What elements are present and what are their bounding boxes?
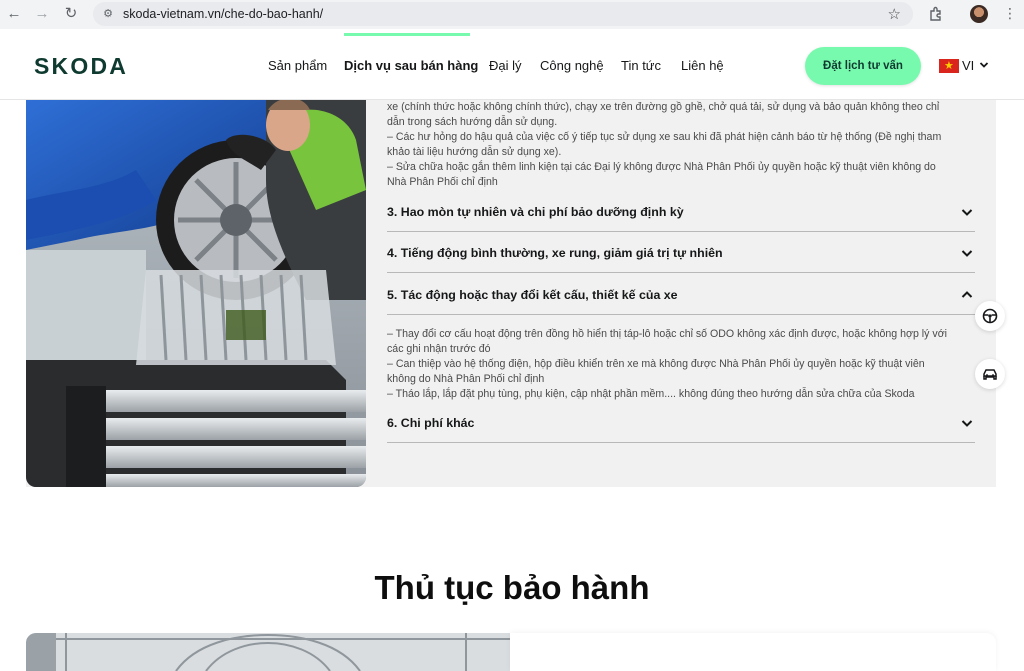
test-drive-float-button[interactable] xyxy=(975,301,1005,331)
chevron-down-icon xyxy=(961,250,973,257)
car-icon xyxy=(983,369,997,380)
item2-body: xe (chính thức hoặc không chính thức), c… xyxy=(387,100,972,190)
chevron-down-icon xyxy=(979,62,989,68)
chevron-down-icon xyxy=(961,209,973,216)
item5-body: – Thay đổi cơ cấu hoạt động trên đồng hồ… xyxy=(387,327,972,402)
book-consultation-button[interactable]: Đặt lịch tư vấn xyxy=(805,47,921,85)
accordion-title: 6. Chi phí khác xyxy=(387,416,475,430)
accordion-item-4[interactable]: 4. Tiếng động bình thường, xe rung, giảm… xyxy=(387,239,975,273)
nav-item-contact[interactable]: Liên hệ xyxy=(681,58,724,73)
accordion-title: 4. Tiếng động bình thường, xe rung, giảm… xyxy=(387,246,723,260)
procedure-card xyxy=(510,633,996,671)
body-line: – Can thiệp vào hệ thống điện, hộp điều … xyxy=(387,358,925,370)
browser-menu-icon[interactable]: ⋮ xyxy=(1003,4,1017,22)
extensions-icon[interactable] xyxy=(928,6,944,22)
nav-item-products[interactable]: Sản phẩm xyxy=(268,58,327,73)
body-line: – Thay đổi cơ cấu hoạt động trên đồng hồ… xyxy=(387,328,947,340)
body-line: khảo tài liệu hướng dẫn sử dụng xe). xyxy=(387,146,562,158)
language-code: VI xyxy=(962,58,975,73)
accordion-title: 5. Tác động hoặc thay đổi kết cấu, thiết… xyxy=(387,288,678,302)
forward-icon[interactable]: → xyxy=(33,5,51,23)
nav-item-dealers[interactable]: Đại lý xyxy=(489,58,522,73)
accordion-item-6[interactable]: 6. Chi phí khác xyxy=(387,409,975,443)
body-line: Nhà Phân Phối chỉ định xyxy=(387,176,498,188)
body-line: không do Nhà Phân Phối chỉ định xyxy=(387,373,545,385)
nav-item-news[interactable]: Tin tức xyxy=(621,58,661,73)
body-line: xe (chính thức hoặc không chính thức), c… xyxy=(387,101,940,113)
accordion-item-3[interactable]: 3. Hao mòn tự nhiên và chi phí bảo dưỡng… xyxy=(387,198,975,232)
reload-icon[interactable]: ↻ xyxy=(62,5,80,23)
vietnam-flag-icon: ★ xyxy=(939,59,959,73)
body-line: – Sửa chữa hoặc gắn thêm linh kiện tại c… xyxy=(387,161,936,173)
address-bar[interactable]: ⚙ skoda-vietnam.vn/che-do-bao-hanh/ ☆ xyxy=(93,2,913,26)
nav-item-after-sales[interactable]: Dịch vụ sau bán hàng xyxy=(344,58,478,73)
chevron-up-icon xyxy=(961,291,973,298)
body-line: các ghi nhận trước đó xyxy=(387,343,491,355)
site-header: SKODA Sản phẩm Dịch vụ sau bán hàng Đại … xyxy=(0,33,1024,100)
warranty-procedure-title: Thủ tục bảo hành xyxy=(374,569,650,606)
bookmark-star-icon[interactable]: ☆ xyxy=(888,5,901,23)
body-line: – Tháo lắp, lắp đặt phụ tùng, phụ kiện, … xyxy=(387,388,915,400)
profile-avatar[interactable] xyxy=(970,5,988,23)
accordion-title: 3. Hao mòn tự nhiên và chi phí bảo dưỡng… xyxy=(387,205,684,219)
back-icon[interactable]: ← xyxy=(5,5,23,23)
body-line: dẫn trong sách hướng dẫn sử dụng. xyxy=(387,116,558,128)
nav-item-technology[interactable]: Công nghệ xyxy=(540,58,604,73)
service-center-photo xyxy=(26,633,510,671)
chevron-down-icon xyxy=(961,420,973,427)
car-float-button[interactable] xyxy=(975,359,1005,389)
browser-toolbar: ← → ↻ ⚙ skoda-vietnam.vn/che-do-bao-hanh… xyxy=(0,0,1024,29)
accordion-item-5[interactable]: 5. Tác động hoặc thay đổi kết cấu, thiết… xyxy=(387,281,975,315)
steering-wheel-icon xyxy=(982,308,998,324)
body-line: – Các hư hỏng do hậu quả của việc cố ý t… xyxy=(387,131,942,143)
technician-photo xyxy=(26,100,366,487)
site-settings-icon[interactable]: ⚙ xyxy=(101,7,115,21)
url-text[interactable]: skoda-vietnam.vn/che-do-bao-hanh/ xyxy=(123,7,323,21)
